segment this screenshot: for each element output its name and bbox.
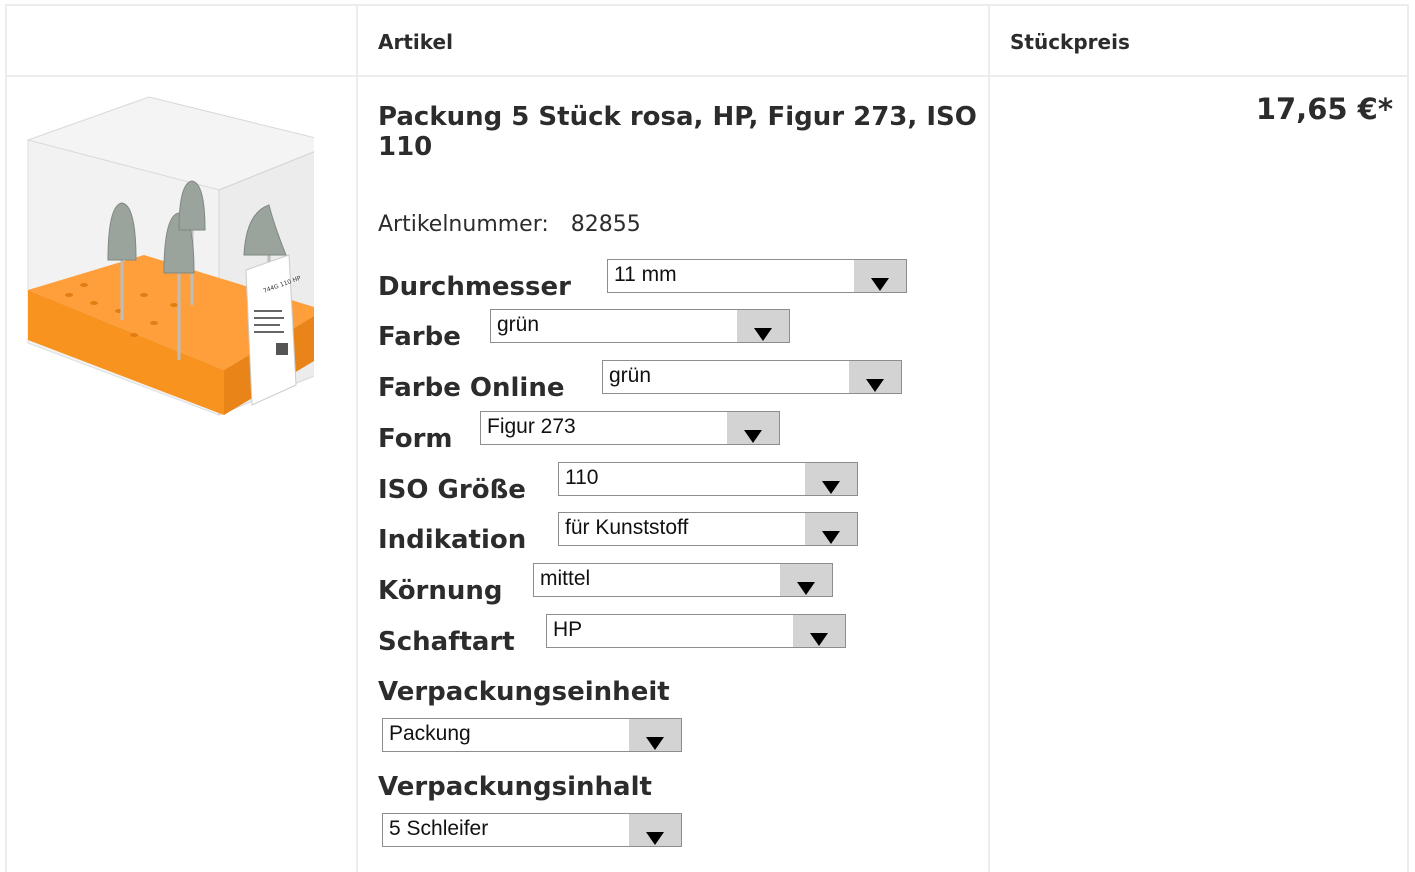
form-select-value: Figur 273 — [487, 415, 576, 438]
color-online-select[interactable]: grün — [602, 360, 902, 394]
color-select[interactable]: grün — [490, 309, 790, 343]
indication-select-value: für Kunststoff — [565, 516, 689, 539]
chevron-down-icon[interactable] — [854, 260, 906, 292]
iso-size-select-value: 110 — [565, 466, 599, 489]
product-image[interactable]: 744G 110 HP — [24, 95, 314, 440]
chevron-down-icon[interactable] — [805, 463, 857, 495]
chevron-down-icon[interactable] — [737, 310, 789, 342]
option-label-color-online: Farbe Online — [378, 373, 565, 403]
option-label-packaging-unit: Verpackungseinheit — [378, 677, 670, 707]
chevron-down-icon[interactable] — [793, 615, 845, 647]
column-divider-1 — [356, 4, 358, 872]
article-number: Artikelnummer: 82855 — [378, 212, 641, 237]
indication-select[interactable]: für Kunststoff — [558, 512, 858, 546]
option-label-diameter: Durchmesser — [378, 272, 571, 302]
form-select[interactable]: Figur 273 — [480, 411, 780, 445]
article-number-value: 82855 — [570, 212, 641, 237]
unit-price: 17,65 €* — [1255, 92, 1393, 126]
chevron-down-icon[interactable] — [629, 814, 681, 846]
diameter-select[interactable]: 11 mm — [607, 259, 907, 293]
chevron-down-icon[interactable] — [727, 412, 779, 444]
product-title[interactable]: Packung 5 Stück rosa, HP, Figur 273, ISO… — [378, 102, 978, 162]
option-label-indication: Indikation — [378, 525, 527, 555]
packaging-unit-select-value: Packung — [389, 722, 471, 745]
article-number-label: Artikelnummer: — [378, 212, 549, 237]
option-label-shank-type: Schaftart — [378, 627, 515, 657]
packaging-content-select-value: 5 Schleifer — [389, 817, 489, 840]
shank-type-select[interactable]: HP — [546, 614, 846, 648]
color-online-select-value: grün — [609, 364, 652, 387]
header-divider — [5, 75, 1409, 77]
option-label-form: Form — [378, 424, 453, 454]
chevron-down-icon[interactable] — [780, 564, 832, 596]
column-header-article: Artikel — [378, 30, 453, 54]
table-right-border — [1407, 4, 1409, 872]
shank-type-select-value: HP — [553, 618, 583, 641]
color-select-value: grün — [497, 313, 540, 336]
column-divider-2 — [988, 4, 990, 872]
iso-size-select[interactable]: 110 — [558, 462, 858, 496]
column-header-price: Stückpreis — [1010, 30, 1130, 54]
grit-select-value: mittel — [540, 567, 591, 590]
table-top-border — [5, 4, 1409, 6]
option-label-packaging-content: Verpackungsinhalt — [378, 772, 652, 802]
option-label-grit: Körnung — [378, 576, 503, 606]
table-left-border — [5, 4, 7, 872]
chevron-down-icon[interactable] — [805, 513, 857, 545]
option-label-color: Farbe — [378, 322, 461, 352]
packaging-content-select[interactable]: 5 Schleifer — [382, 813, 682, 847]
chevron-down-icon[interactable] — [849, 361, 901, 393]
diameter-select-value: 11 mm — [614, 263, 677, 286]
chevron-down-icon[interactable] — [629, 719, 681, 751]
packaging-unit-select[interactable]: Packung — [382, 718, 682, 752]
grit-select[interactable]: mittel — [533, 563, 833, 597]
option-label-iso-size: ISO Größe — [378, 475, 526, 505]
